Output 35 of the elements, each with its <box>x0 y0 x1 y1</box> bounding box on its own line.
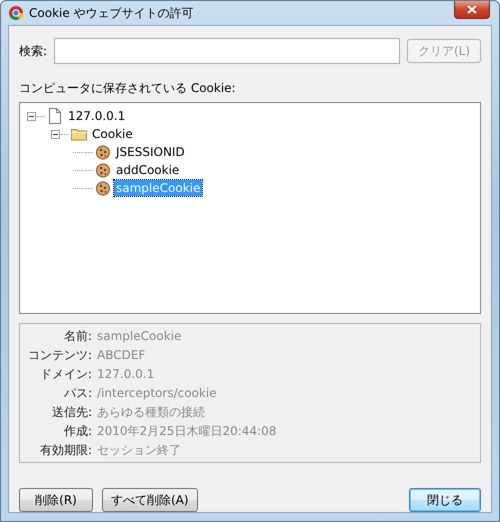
search-label: 検索: <box>19 42 48 60</box>
delete-button[interactable]: 削除(R) <box>19 488 93 512</box>
collapse-icon[interactable] <box>51 130 60 138</box>
tree-item[interactable]: JSESSIONID <box>114 144 187 160</box>
tree-item[interactable]: Cookie <box>90 126 135 142</box>
field-label: 有効期限: <box>38 442 92 459</box>
search-field[interactable] <box>54 38 400 64</box>
app-logo-icon <box>8 5 24 21</box>
field-value: sampleCookie <box>97 328 182 345</box>
field-value: セッション終了 <box>97 442 182 459</box>
tree-item[interactable]: addCookie <box>114 162 182 178</box>
field-value: 2010年2月25日木曜日20:44:08 <box>97 423 278 440</box>
cookie-icon <box>95 144 111 160</box>
close-icon <box>467 5 477 14</box>
field-value: 127.0.0.1 <box>97 366 156 383</box>
delete-all-button[interactable]: すべて削除(A) <box>102 488 198 512</box>
field-label: ドメイン: <box>38 366 92 383</box>
close-dialog-button[interactable]: 閉じる <box>409 488 481 512</box>
field-label: コンテンツ: <box>26 347 92 364</box>
close-button[interactable] <box>454 1 490 19</box>
tree-item[interactable]: 127.0.0.1 <box>66 108 128 124</box>
field-label: 作成: <box>62 423 92 440</box>
field-label: 送信先: <box>50 404 92 421</box>
field-value: あらゆる種類の接続 <box>97 404 206 421</box>
collapse-icon[interactable] <box>27 112 36 120</box>
field-value: ABCDEF <box>97 347 146 364</box>
field-label: 名前: <box>62 328 92 345</box>
tree-label: コンピュータに保存されている Cookie: <box>19 80 237 97</box>
field-label: パス: <box>62 385 92 402</box>
field-value: /interceptors/cookie <box>97 385 218 402</box>
window-title: Cookie やウェブサイトの許可 <box>29 4 195 22</box>
page-icon <box>47 108 63 124</box>
cookie-icon <box>95 162 111 178</box>
cookie-icon <box>95 180 111 196</box>
folder-icon <box>71 126 87 142</box>
